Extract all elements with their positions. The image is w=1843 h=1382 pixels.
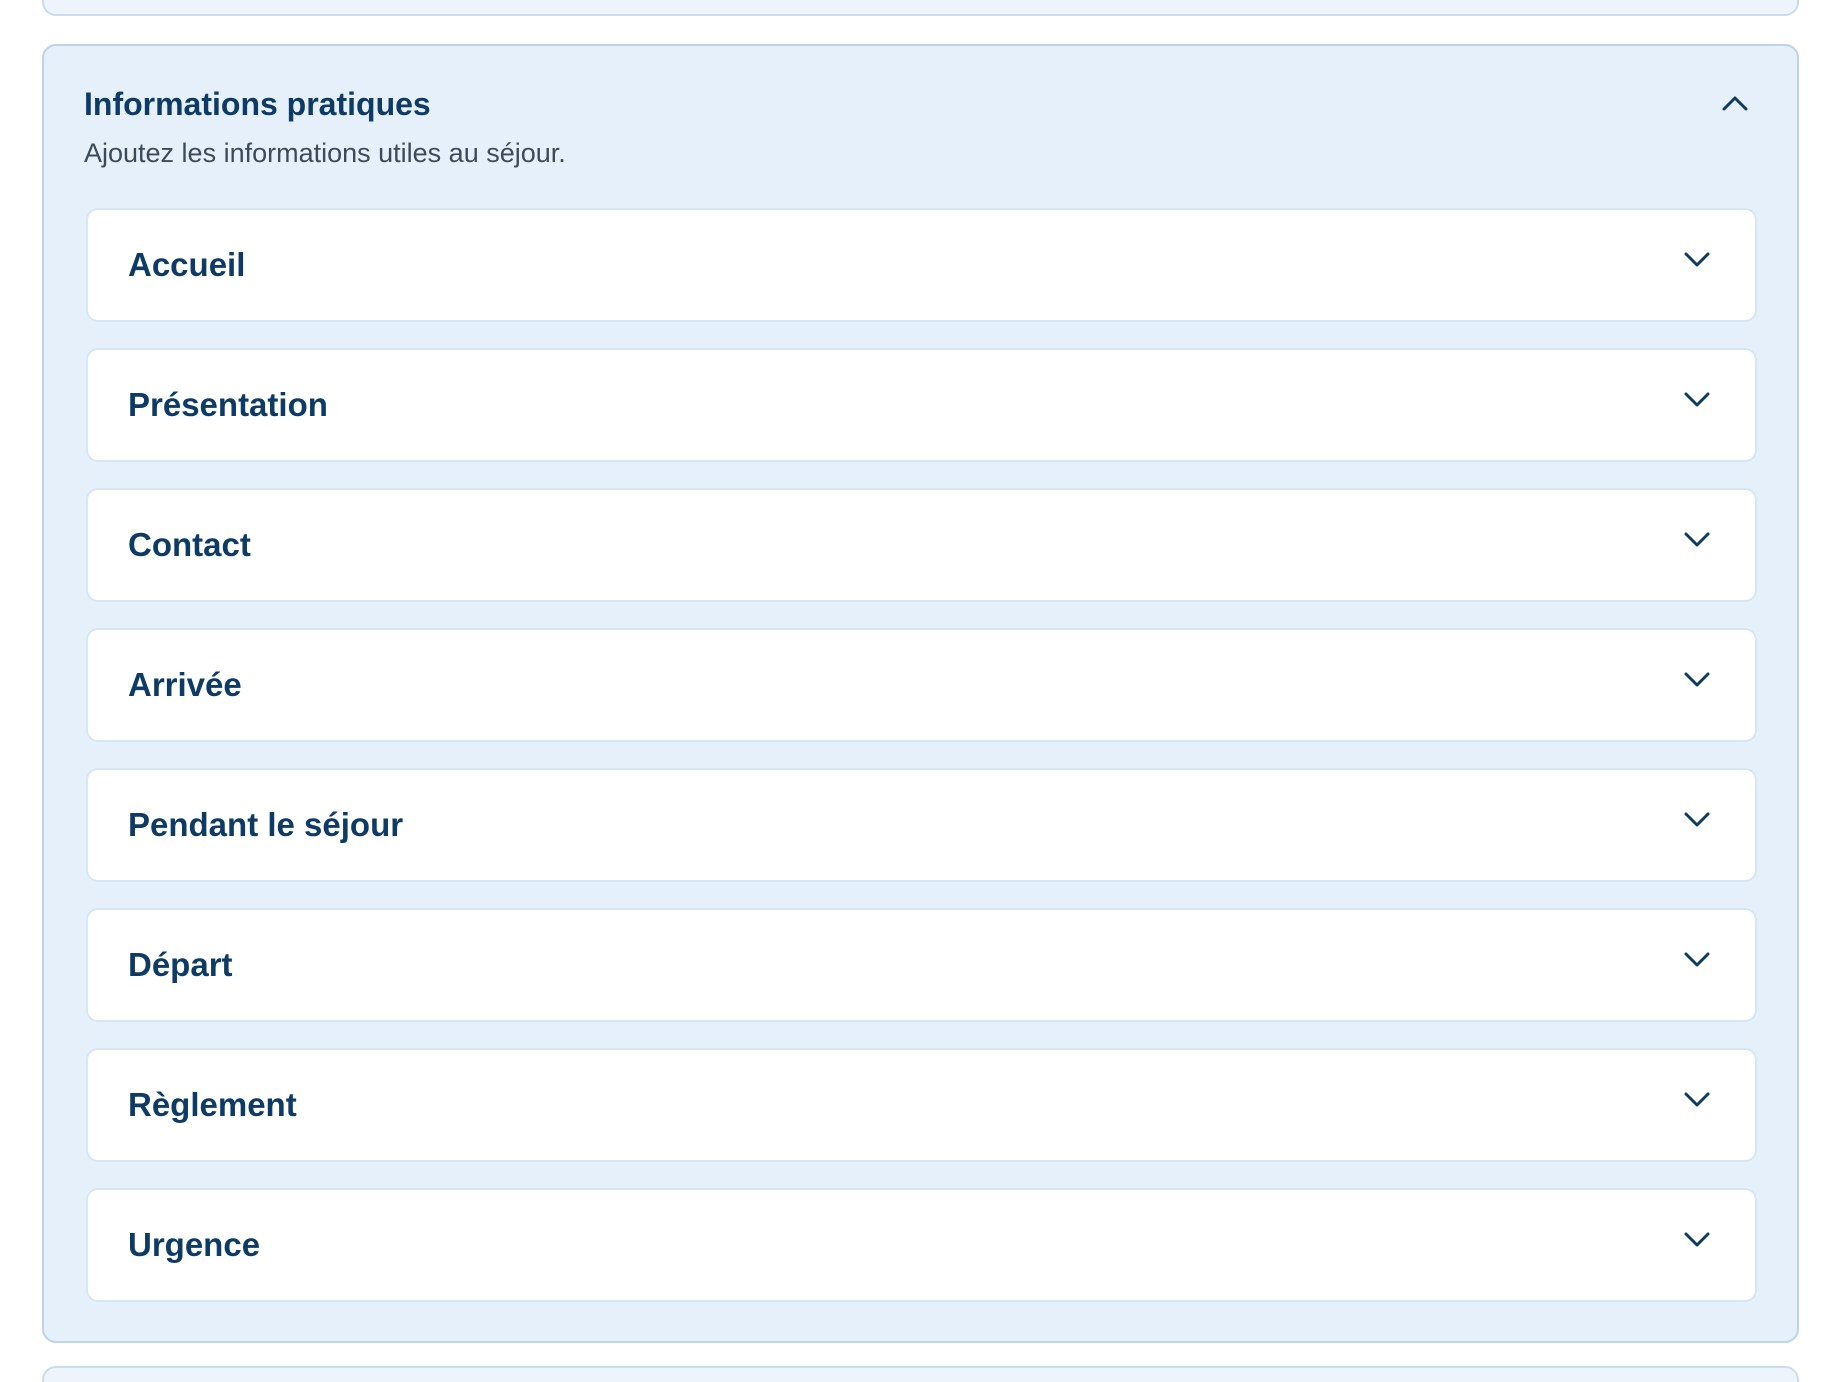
accordion-item-accueil[interactable]: Accueil — [86, 208, 1757, 322]
chevron-down-icon[interactable] — [1677, 1220, 1717, 1260]
accordion-item-urgence[interactable]: Urgence — [86, 1188, 1757, 1302]
page: Informations pratiques Ajoutez les infor… — [0, 0, 1843, 1382]
section-title: Informations pratiques — [84, 86, 431, 122]
next-section-card — [42, 1366, 1799, 1382]
section-subtitle: Ajoutez les informations utiles au séjou… — [84, 138, 566, 168]
accordion-item-label: Départ — [128, 946, 233, 983]
accordion-item-depart[interactable]: Départ — [86, 908, 1757, 1022]
accordion-list: Accueil Présentation Contact Arrivée Pen… — [86, 208, 1757, 1328]
informations-pratiques-section: Informations pratiques Ajoutez les infor… — [42, 44, 1799, 1343]
accordion-item-label: Arrivée — [128, 666, 242, 703]
accordion-item-label: Pendant le séjour — [128, 806, 404, 843]
accordion-item-label: Accueil — [128, 246, 246, 283]
accordion-item-label: Présentation — [128, 386, 328, 423]
section-header[interactable]: Informations pratiques Ajoutez les infor… — [84, 82, 1757, 192]
chevron-down-icon[interactable] — [1677, 800, 1717, 840]
collapse-section-button[interactable] — [1713, 82, 1757, 126]
accordion-item-arrivee[interactable]: Arrivée — [86, 628, 1757, 742]
previous-section-card — [42, 0, 1799, 16]
accordion-item-label: Contact — [128, 526, 251, 563]
accordion-item-reglement[interactable]: Règlement — [86, 1048, 1757, 1162]
accordion-item-contact[interactable]: Contact — [86, 488, 1757, 602]
accordion-item-presentation[interactable]: Présentation — [86, 348, 1757, 462]
chevron-down-icon[interactable] — [1677, 660, 1717, 700]
accordion-item-label: Urgence — [128, 1226, 261, 1263]
chevron-up-icon — [1720, 94, 1750, 115]
chevron-down-icon[interactable] — [1677, 240, 1717, 280]
chevron-down-icon[interactable] — [1677, 380, 1717, 420]
chevron-down-icon[interactable] — [1677, 520, 1717, 560]
accordion-item-pendant-le-sejour[interactable]: Pendant le séjour — [86, 768, 1757, 882]
chevron-down-icon[interactable] — [1677, 940, 1717, 980]
accordion-item-label: Règlement — [128, 1086, 297, 1123]
chevron-down-icon[interactable] — [1677, 1080, 1717, 1120]
